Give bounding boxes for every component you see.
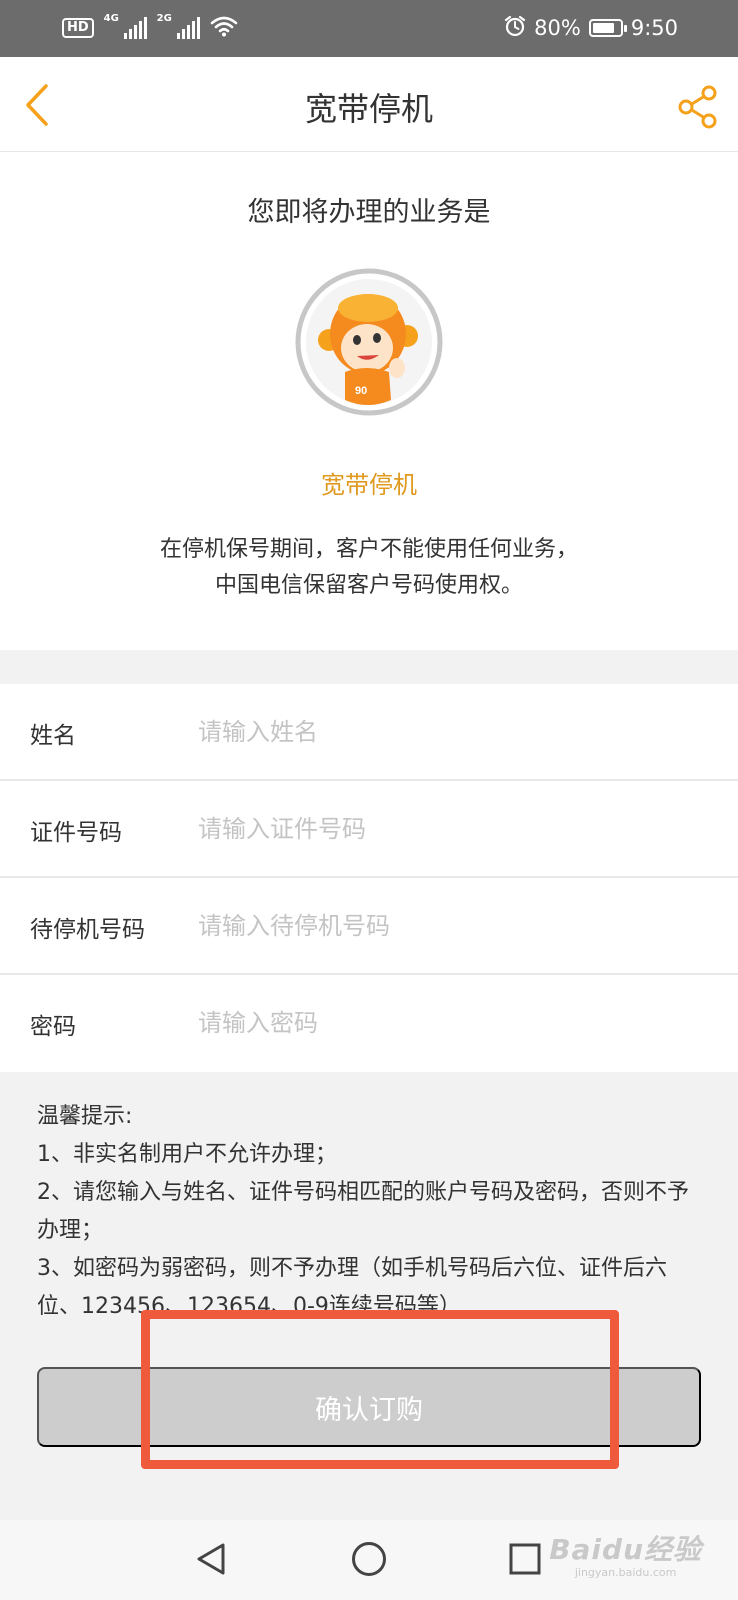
description-line-2: 中国电信保留客户号码使用权。	[214, 573, 523, 598]
password-label: 密码	[30, 1014, 76, 1040]
signal-2g-icon: 2G	[157, 13, 200, 39]
phone-number-input[interactable]	[198, 898, 698, 954]
status-left: HD 4G 2G	[62, 13, 238, 42]
service-intro-card: 您即将办理的业务是 90 宽带停机 在停机保号期间，客户不能使用任何业务， 中国…	[0, 152, 738, 650]
watermark-brand: Baidu经验	[549, 1533, 702, 1566]
subscription-form: 姓名 证件号码 待停机号码 密码	[0, 684, 738, 1072]
system-nav-bar: Baidu经验 jingyan.baidu.com	[0, 1520, 738, 1600]
title-bar: 宽带停机	[0, 57, 738, 152]
form-row-name: 姓名	[0, 684, 738, 781]
battery-percent: 80%	[534, 16, 581, 40]
tips-item-3: 3、如密码为弱密码，则不予办理（如手机号码后六位、证件后六位、123456、12…	[37, 1256, 667, 1319]
hd-badge: HD	[62, 18, 94, 38]
form-row-phone-number: 待停机号码	[0, 878, 738, 975]
service-description: 在停机保号期间，客户不能使用任何业务， 中国电信保留客户号码使用权。	[0, 532, 738, 604]
mascot-avatar-icon: 90	[295, 268, 443, 416]
id-number-label: 证件号码	[30, 820, 122, 846]
confirm-order-button[interactable]: 确认订购	[37, 1367, 701, 1447]
status-bar: HD 4G 2G 80% 9:50	[0, 0, 738, 57]
signal-4g-icon: 4G	[104, 13, 147, 39]
page-title: 宽带停机	[304, 90, 433, 128]
form-row-password: 密码	[0, 975, 738, 1072]
baidu-watermark: Baidu经验 jingyan.baidu.com	[549, 1528, 702, 1579]
tips-item-2: 2、请您输入与姓名、证件号码相匹配的账户号码及密码，否则不予办理；	[37, 1180, 689, 1243]
phone-number-label: 待停机号码	[30, 917, 145, 943]
name-label: 姓名	[30, 723, 76, 749]
tips-title: 温馨提示:	[37, 1104, 133, 1129]
service-name: 宽带停机	[321, 471, 417, 499]
wifi-icon	[210, 15, 238, 41]
intro-heading: 您即将办理的业务是	[247, 197, 491, 228]
password-input[interactable]	[198, 995, 698, 1051]
share-button[interactable]	[670, 79, 726, 135]
nav-back-button[interactable]	[186, 1534, 236, 1584]
description-line-1: 在停机保号期间，客户不能使用任何业务，	[159, 537, 578, 562]
status-right: 80% 9:50	[504, 14, 678, 42]
tips-section: 温馨提示: 1、非实名制用户不允许办理； 2、请您输入与姓名、证件号码相匹配的账…	[37, 1098, 705, 1326]
triangle-back-icon	[197, 1543, 225, 1575]
battery-icon	[588, 19, 627, 37]
mascot-badge-text: 90	[355, 385, 367, 397]
name-input[interactable]	[198, 704, 698, 760]
alarm-icon	[504, 15, 526, 42]
circle-home-icon	[352, 1542, 386, 1576]
share-icon	[678, 85, 717, 129]
nav-home-button[interactable]	[344, 1534, 394, 1584]
square-recents-icon	[509, 1543, 541, 1575]
id-number-input[interactable]	[198, 801, 698, 857]
tips-item-1: 1、非实名制用户不允许办理；	[37, 1142, 337, 1167]
nav-recents-button[interactable]	[500, 1534, 550, 1584]
clock-time: 9:50	[630, 16, 678, 40]
form-row-id-number: 证件号码	[0, 781, 738, 878]
